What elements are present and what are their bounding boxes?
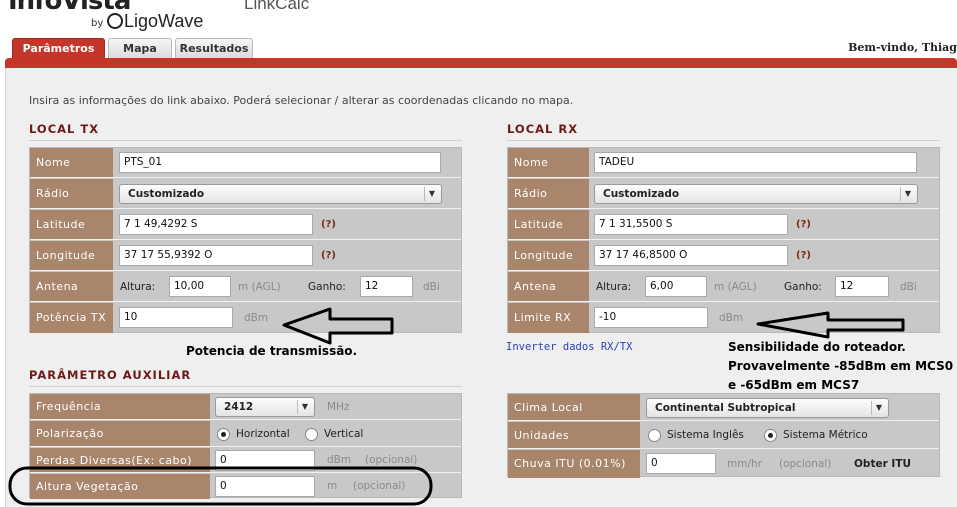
rx-annotation-note-1: Sensibilidade do roteador. — [728, 340, 906, 354]
rx-annotation-arrow — [756, 311, 905, 339]
annotation-layer — [8, 307, 905, 506]
tx-annotation-arrow — [282, 307, 394, 345]
tx-annotation-note: Potencia de transmissão. — [186, 344, 358, 358]
rx-annotation-note-2: Provavelmente -85dBm em MCS0 — [728, 359, 954, 373]
rx-annotation-note-3: e -65dBm em MCS7 — [728, 378, 860, 392]
vegetacao-highlight-ellipse — [8, 466, 433, 506]
